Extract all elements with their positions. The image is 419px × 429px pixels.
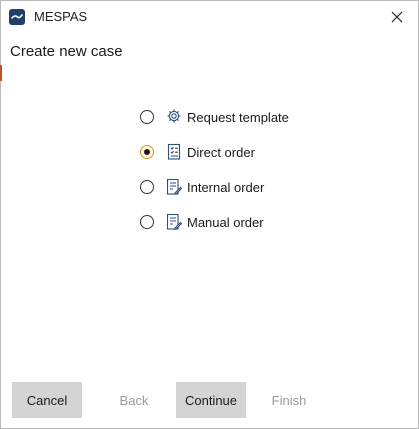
title-bar: MESPAS xyxy=(1,1,418,33)
option-direct-order[interactable]: Direct order xyxy=(139,140,319,175)
app-title: MESPAS xyxy=(34,9,88,24)
cancel-button[interactable]: Cancel xyxy=(12,382,82,418)
radio-button[interactable] xyxy=(140,215,154,229)
option-internal-order[interactable]: Internal order xyxy=(139,175,319,210)
page-title: Create new case xyxy=(10,43,123,60)
case-type-options: Request template Direct order Internal o… xyxy=(139,105,319,245)
document-edit-icon xyxy=(166,213,183,231)
finish-button[interactable]: Finish xyxy=(254,382,324,418)
back-button[interactable]: Back xyxy=(99,382,169,418)
option-request-template[interactable]: Request template xyxy=(139,105,319,140)
option-label: Direct order xyxy=(187,145,255,160)
radio-button[interactable] xyxy=(140,110,154,124)
document-edit-icon xyxy=(166,178,183,196)
radio-button-selected[interactable] xyxy=(140,145,154,159)
close-icon xyxy=(391,11,403,23)
radio-button[interactable] xyxy=(140,180,154,194)
edge-accent xyxy=(0,65,2,81)
app-logo-icon xyxy=(9,9,25,25)
document-checklist-icon xyxy=(166,143,182,161)
option-label: Request template xyxy=(187,110,289,125)
dialog-window: MESPAS Create new case Request template xyxy=(0,0,419,429)
option-label: Manual order xyxy=(187,215,264,230)
option-manual-order[interactable]: Manual order xyxy=(139,210,319,245)
continue-button[interactable]: Continue xyxy=(176,382,246,418)
close-button[interactable] xyxy=(384,5,410,29)
footer-buttons: Cancel Back Continue Finish xyxy=(1,382,418,418)
option-label: Internal order xyxy=(187,180,265,195)
gear-icon xyxy=(166,108,182,126)
